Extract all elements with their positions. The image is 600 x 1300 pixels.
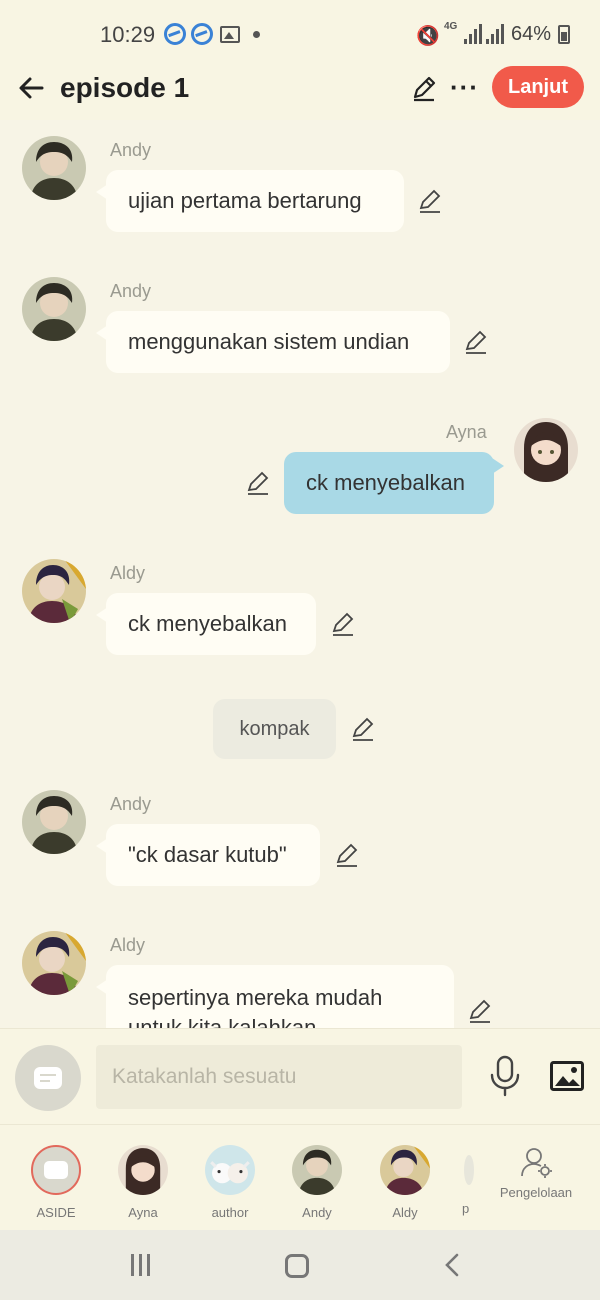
signal-icon [486, 24, 504, 44]
avatar-andy[interactable] [22, 277, 86, 341]
home-icon[interactable] [285, 1254, 309, 1278]
sender-name: Andy [110, 794, 152, 814]
role-label: ASIDE [36, 1205, 76, 1220]
edit-message-icon[interactable] [334, 842, 360, 868]
role-label: author [211, 1205, 249, 1220]
message-input[interactable] [96, 1045, 462, 1109]
microphone-icon[interactable] [488, 1055, 522, 1097]
message-composer [0, 1028, 600, 1124]
system-back-icon[interactable] [440, 1252, 466, 1278]
avatar [292, 1145, 342, 1195]
message-bubble[interactable]: menggunakan sistem undian [96, 311, 450, 373]
edit-message-icon[interactable] [467, 998, 493, 1024]
role-label: Ayna [128, 1205, 158, 1220]
chat-area[interactable]: Andy ujian pertama bertarung Andy menggu… [0, 120, 600, 1028]
role-selector-bar: ASIDE Ayna author Andy Aldy p Pengelolaa… [0, 1124, 600, 1230]
dot-icon [253, 31, 260, 38]
image-icon [220, 26, 240, 43]
mute-icon: 🔇 [416, 26, 440, 47]
role-author[interactable]: author [190, 1145, 270, 1220]
role-ayna[interactable]: Ayna [103, 1145, 183, 1220]
avatar [205, 1145, 255, 1195]
aside-message-bubble[interactable]: kompak [213, 699, 336, 759]
image-upload-icon[interactable] [550, 1061, 584, 1091]
edit-title-icon[interactable] [410, 74, 438, 102]
person-settings-icon [521, 1148, 552, 1178]
aside-toggle-button[interactable] [15, 1045, 81, 1111]
role-label: Aldy [392, 1205, 418, 1220]
edit-message-icon[interactable] [417, 188, 443, 214]
s-app-icon [164, 23, 186, 45]
role-aside[interactable]: ASIDE [16, 1145, 96, 1220]
avatar-ayna[interactable] [514, 418, 578, 482]
s-app-icon [191, 23, 213, 45]
edit-message-icon[interactable] [350, 716, 376, 742]
avatar [118, 1145, 168, 1195]
edit-message-icon[interactable] [330, 611, 356, 637]
avatar[interactable] [464, 1155, 474, 1185]
avatar [380, 1145, 430, 1195]
recent-apps-icon[interactable] [128, 1254, 154, 1276]
message-bubble[interactable]: ujian pertama bertarung [96, 170, 404, 232]
signal-icon [464, 24, 482, 44]
message-bubble[interactable]: ck menyebalkan [96, 593, 316, 655]
status-time: 10:29 [100, 22, 156, 47]
battery-icon [558, 25, 570, 44]
manage-roles-button[interactable]: Pengelolaan [486, 1145, 586, 1200]
chat-bubble-icon [34, 1067, 62, 1089]
sender-name: Aldy [110, 563, 146, 583]
top-app-bar: episode 1 ··· Lanjut [0, 66, 600, 120]
status-bar: 10:29 🔇 4G 64% [0, 0, 600, 66]
sender-name: Ayna [446, 422, 487, 442]
sender-name: Andy [110, 140, 152, 160]
avatar-andy[interactable] [22, 790, 86, 854]
aside-avatar [31, 1145, 81, 1195]
edit-message-icon[interactable] [245, 470, 271, 496]
avatar-andy[interactable] [22, 136, 86, 200]
sender-name: Andy [110, 281, 152, 301]
role-aldy[interactable]: Aldy [365, 1145, 445, 1220]
message-bubble[interactable]: ck menyebalkan [284, 452, 504, 514]
manage-label: Pengelolaan [499, 1185, 573, 1200]
network-type: 4G [444, 21, 458, 32]
role-label: p [462, 1201, 470, 1216]
role-label: Andy [302, 1205, 332, 1220]
avatar-aldy[interactable] [22, 931, 86, 995]
page-title: episode 1 [60, 72, 190, 103]
message-bubble[interactable]: "ck dasar kutub" [96, 824, 320, 886]
sender-name: Aldy [110, 935, 146, 955]
system-nav-bar [0, 1230, 600, 1300]
back-arrow-icon[interactable] [16, 72, 48, 104]
next-button[interactable]: Lanjut [492, 66, 584, 108]
avatar-aldy[interactable] [22, 559, 86, 623]
role-andy[interactable]: Andy [277, 1145, 357, 1220]
battery-percent: 64% [511, 23, 552, 45]
edit-message-icon[interactable] [463, 329, 489, 355]
message-bubble[interactable]: sepertinya mereka mudah untuk kita kalah… [96, 965, 454, 1028]
more-options-icon[interactable]: ··· [450, 72, 479, 103]
